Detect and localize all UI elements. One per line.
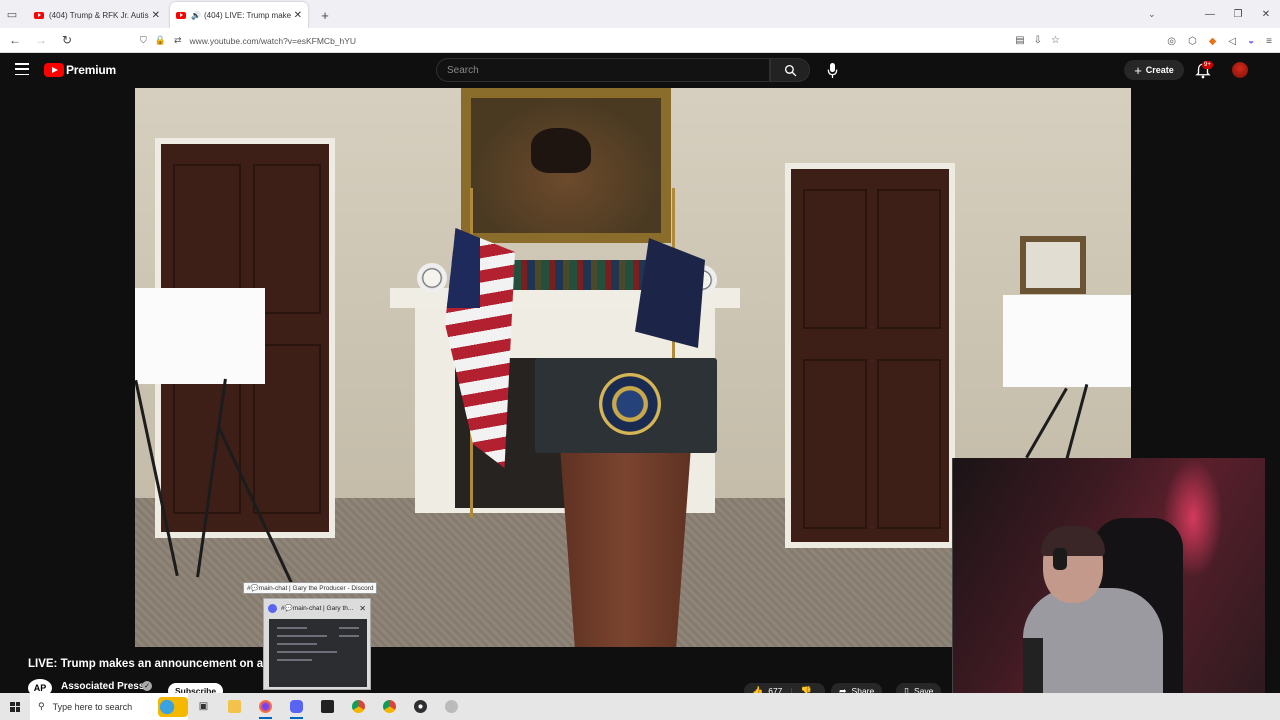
create-button[interactable]: + Create [1124,60,1184,80]
podium [560,450,691,647]
create-label: Create [1145,65,1174,75]
discord-taskbar-preview[interactable]: #💬main-chat | Gary th... ✕ [263,598,371,690]
chrome-icon[interactable] [343,693,374,720]
discord-window-tooltip: #💬main-chat | Gary the Producer - Discor… [243,582,378,594]
new-tab-button[interactable]: + [314,2,336,28]
back-button[interactable]: ← [4,29,26,51]
browser-tab-strip: ▭ (404) Trump & RFK Jr. Autism Ar ✕ 🔊 (4… [0,0,1280,28]
address-bar[interactable]: ⛉ 🔒 ⇄ www.youtube.com/watch?v=esKFMCb_hY… [140,30,1060,51]
start-button[interactable] [0,693,30,720]
brand-label: Premium [66,63,116,77]
discord-preview-thumbnail [269,619,367,687]
permissions-icon[interactable]: ⇄ [174,35,182,46]
window-controls: — ❐ ✕ [1196,0,1280,28]
extra-app-icon[interactable] [436,693,467,720]
decorative-plate [417,263,447,293]
easel-board-left [135,288,265,384]
file-explorer-icon[interactable] [219,693,250,720]
tab-overview-icon[interactable]: ▭ [0,0,24,28]
close-tab-icon[interactable]: ✕ [152,10,160,21]
video-title: LIVE: Trump makes an announcement on a [28,658,264,670]
search-input[interactable] [447,64,769,76]
reload-button[interactable]: ↻ [56,29,78,51]
right-door [785,163,955,548]
minimize-icon[interactable]: — [1196,0,1224,28]
windows-logo-icon [10,701,20,712]
metamask-icon[interactable]: ◆ [1209,36,1217,47]
shield-icon[interactable]: ⛉ [140,35,147,46]
bookmark-star-icon[interactable]: ☆ [1051,35,1060,46]
speaker-icon[interactable]: 🔊 [191,11,201,20]
close-tab-icon[interactable]: ✕ [294,10,302,21]
browser-tab-active[interactable]: 🔊 (404) LIVE: Trump makes an ✕ [170,2,308,28]
search-box[interactable] [436,58,770,82]
youtube-favicon-icon [34,11,44,19]
close-window-icon[interactable]: ✕ [1252,0,1280,28]
discord-app-icon[interactable] [281,693,312,720]
easel-board-right [1003,295,1131,387]
verified-check-icon: ✓ [142,681,152,691]
live-app-icon[interactable] [312,693,343,720]
tab-title: (404) LIVE: Trump makes an [203,10,291,20]
lock-icon[interactable]: 🔒 [155,35,166,46]
tab-title: (404) Trump & RFK Jr. Autism Ar [49,10,149,20]
framed-award [1020,236,1086,294]
forward-button[interactable]: → [30,29,52,51]
extensions-icon[interactable]: ⬡ [1188,36,1197,47]
youtube-header: Premium + Create 9+ [0,53,1280,88]
microphone-icon [827,62,837,78]
restore-icon[interactable]: ❐ [1224,0,1252,28]
windows-taskbar: ⚲ Type here to search ▣ [0,693,1280,720]
browser-tab[interactable]: (404) Trump & RFK Jr. Autism Ar ✕ [28,2,166,28]
notification-badge: 9+ [1202,61,1213,69]
taskbar-search-placeholder: Type here to search [52,701,133,712]
youtube-play-icon [44,63,64,77]
menu-icon[interactable]: ≡ [1266,36,1272,47]
obs-icon[interactable] [405,693,436,720]
account-icon[interactable]: ◎ [1167,36,1176,47]
search-icon: ⚲ [38,701,45,711]
firefox-icon[interactable] [250,693,281,720]
presidential-seal [599,373,661,435]
plus-icon: + [1134,62,1142,78]
channel-name[interactable]: Associated Press [61,681,144,692]
taskbar-search[interactable]: ⚲ Type here to search [30,693,188,720]
list-all-tabs-icon[interactable]: ⌄ [1148,0,1162,28]
discord-preview-title: #💬main-chat | Gary th... [281,605,354,612]
save-page-icon[interactable]: ⇩ [1034,35,1042,46]
equestrian-painting [461,88,671,243]
search-icon [784,64,796,76]
url-text[interactable]: www.youtube.com/watch?v=esKFMCb_hYU [190,36,357,46]
browser-nav-bar: ← → ↻ ⛉ 🔒 ⇄ www.youtube.com/watch?v=esKF… [0,28,1280,53]
reader-view-icon[interactable]: ▤ [1015,35,1024,46]
youtube-logo[interactable]: Premium [44,63,116,77]
youtube-favicon-icon [176,11,186,19]
chrome-alt-icon[interactable] [374,693,405,720]
weather-widget-icon[interactable] [158,696,188,717]
search-button[interactable] [770,58,810,82]
task-view-icon[interactable]: ▣ [188,693,219,720]
voice-search-button[interactable] [821,58,843,82]
webcam-overlay [952,458,1265,720]
close-preview-icon[interactable]: ✕ [359,604,366,613]
user-avatar[interactable] [1232,62,1248,78]
taskbar-apps: ▣ [188,693,467,720]
ai-extension-icon[interactable]: ◒ [1248,36,1254,47]
discord-icon [268,603,277,613]
hamburger-menu-icon[interactable] [15,63,29,75]
volume-icon[interactable]: ◁ [1228,36,1236,47]
